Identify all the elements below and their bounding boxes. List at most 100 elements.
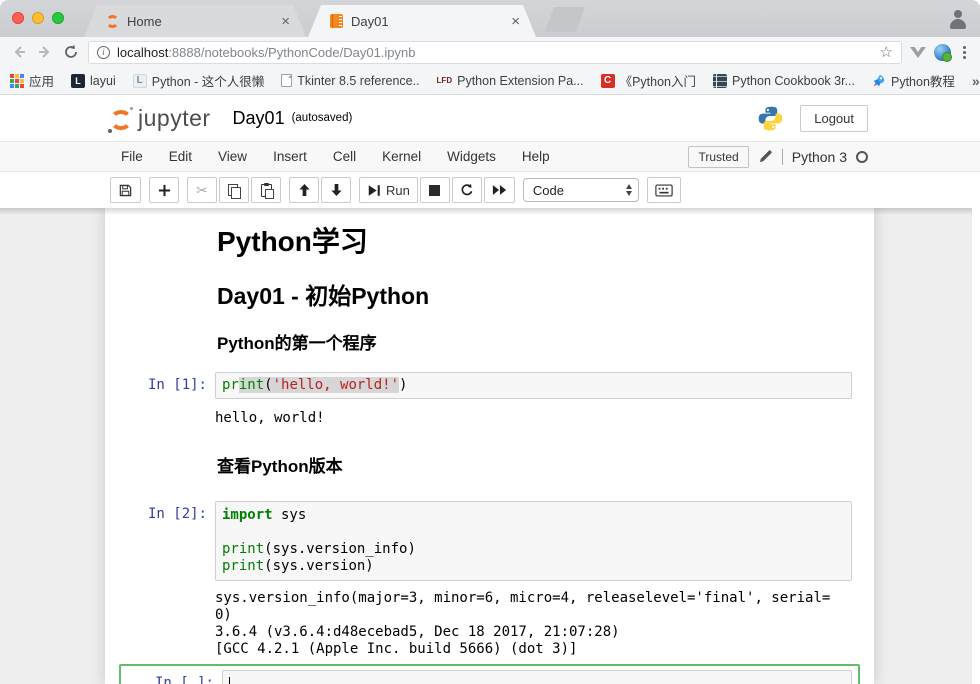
jupyter-logo[interactable]: jupyter — [110, 105, 211, 132]
markdown-h1[interactable]: Python学习 — [217, 226, 852, 258]
copy-icon — [228, 184, 240, 197]
output-line: 3.6.4 (v3.6.4:d48ecebad5, Dec 18 2017, 2… — [215, 624, 830, 641]
divider — [782, 149, 783, 165]
logout-button[interactable]: Logout — [800, 105, 868, 132]
cell-type-select[interactable]: Code — [523, 178, 639, 202]
scrollbar-track[interactable] — [972, 208, 980, 684]
browser-window: Home × Day01 × i localhost:8888/notebook… — [0, 0, 980, 684]
output-line: [GCC 4.2.1 (Apple Inc. build 5666) (dot … — [215, 641, 830, 658]
menu-cell[interactable]: Cell — [320, 149, 369, 164]
bookmark-label: Python Cookbook 3r... — [732, 74, 855, 88]
markdown-h3-version[interactable]: 查看Python版本 — [217, 457, 852, 477]
paste-cell-button[interactable] — [251, 177, 281, 203]
run-icon — [367, 184, 381, 197]
bookmark-label: Python - 这个人很懒 — [152, 71, 265, 90]
code-input-2[interactable]: import sys print(sys.version_info)print(… — [215, 501, 852, 581]
cut-cell-button[interactable]: ✂ — [187, 177, 217, 203]
output-line: sys.version_info(major=3, minor=6, micro… — [215, 590, 830, 607]
new-tab-button[interactable] — [545, 7, 585, 32]
back-icon[interactable] — [10, 43, 28, 61]
tab-home-label: Home — [127, 14, 279, 29]
book-favicon-icon — [713, 74, 727, 88]
menu-kernel[interactable]: Kernel — [369, 149, 434, 164]
bookmark-apps[interactable]: 应用 — [10, 71, 54, 90]
input-prompt: In [ ]: — [125, 670, 214, 684]
paste-icon — [261, 184, 272, 197]
extension-v-icon[interactable] — [910, 47, 926, 58]
code-token: pr — [222, 377, 239, 393]
tab-day01-label: Day01 — [351, 14, 509, 29]
bookmark-python-tutorial[interactable]: Python教程 — [872, 71, 955, 90]
bookmark-layui[interactable]: L layui — [71, 74, 116, 88]
menu-file[interactable]: File — [108, 149, 156, 164]
zoom-window-button[interactable] — [52, 12, 64, 24]
save-button[interactable] — [110, 177, 141, 203]
code-token: (sys.version) — [264, 558, 374, 574]
bookmarks-overflow-icon[interactable]: » — [972, 73, 980, 89]
cell-type-value: Code — [533, 183, 564, 198]
bookmark-python-blog[interactable]: L Python - 这个人很懒 — [133, 71, 265, 90]
profile-avatar-icon[interactable] — [948, 9, 968, 29]
url-path: :8888/notebooks/PythonCode/Day01.ipynb — [168, 45, 415, 60]
tab-home[interactable]: Home × — [84, 5, 306, 37]
restart-run-all-button[interactable] — [484, 177, 515, 203]
bookmark-python-extension[interactable]: LFD Python Extension Pa... — [437, 74, 584, 88]
code-cell-1[interactable]: In [1]: print('hello, world!') — [105, 372, 874, 399]
close-tab-icon[interactable]: × — [279, 13, 292, 30]
move-cell-up-button[interactable] — [289, 177, 319, 203]
minimize-window-button[interactable] — [32, 12, 44, 24]
run-cell-button[interactable]: Run — [359, 177, 418, 203]
bookmark-tkinter[interactable]: Tkinter 8.5 reference.. — [281, 74, 419, 88]
menu-edit[interactable]: Edit — [156, 149, 205, 164]
page-info-icon[interactable]: i — [97, 46, 110, 59]
code-input-1[interactable]: print('hello, world!') — [215, 372, 852, 399]
code-line: print(sys.version_info) — [222, 541, 845, 558]
tab-day01[interactable]: Day01 × — [308, 5, 536, 37]
code-token: (sys.version_info) — [264, 541, 416, 557]
fast-forward-icon — [492, 184, 507, 196]
restart-kernel-button[interactable] — [452, 177, 482, 203]
menu-widgets[interactable]: Widgets — [434, 149, 509, 164]
url-host: localhost — [117, 45, 168, 60]
empty-cell-selected[interactable]: In [ ]: — [119, 664, 860, 684]
notebook-title[interactable]: Day01 — [233, 108, 285, 129]
menu-help[interactable]: Help — [509, 149, 563, 164]
menu-insert[interactable]: Insert — [260, 149, 320, 164]
move-cell-down-button[interactable] — [321, 177, 351, 203]
text-cursor — [229, 677, 230, 684]
bookmark-label: Tkinter 8.5 reference.. — [297, 74, 419, 88]
trusted-badge[interactable]: Trusted — [688, 146, 748, 168]
menu-view[interactable]: View — [205, 149, 260, 164]
markdown-h3-first-program[interactable]: Python的第一个程序 — [217, 334, 852, 354]
interrupt-kernel-button[interactable] — [420, 177, 450, 203]
jupyter-favicon-icon — [106, 15, 119, 28]
reload-icon[interactable] — [62, 43, 80, 61]
jupyter-header: jupyter Day01 (autosaved) Logout — [0, 95, 980, 141]
edit-pencil-icon[interactable] — [758, 149, 773, 164]
bookmark-python-cookbook[interactable]: Python Cookbook 3r... — [713, 74, 855, 88]
bookmark-label: Python教程 — [891, 71, 955, 90]
copy-cell-button[interactable] — [219, 177, 249, 203]
close-tab-icon[interactable]: × — [509, 13, 522, 30]
extension-globe-icon[interactable] — [934, 44, 951, 61]
code-line: import sys — [222, 507, 845, 524]
code-builtin: print — [222, 558, 264, 574]
forward-icon[interactable] — [36, 43, 54, 61]
add-cell-button[interactable] — [149, 177, 179, 203]
apps-grid-icon — [10, 74, 24, 88]
bookmark-star-icon[interactable]: ☆ — [880, 45, 893, 60]
markdown-h2[interactable]: Day01 - 初始Python — [217, 282, 852, 310]
notebook-toolbar: ✂ Run — [0, 172, 980, 208]
scissors-icon: ✂ — [196, 182, 208, 199]
code-cell-2[interactable]: In [2]: import sys print(sys.version_inf… — [105, 501, 874, 581]
address-bar-row: i localhost:8888/notebooks/PythonCode/Da… — [0, 37, 980, 67]
bookmark-python-intro[interactable]: C 《Python入门 — [601, 71, 696, 90]
address-bar[interactable]: i localhost:8888/notebooks/PythonCode/Da… — [88, 41, 902, 64]
browser-menu-icon[interactable] — [959, 46, 970, 59]
command-palette-button[interactable] — [647, 177, 681, 203]
restart-icon — [460, 183, 474, 197]
bookmark-label: layui — [90, 74, 116, 88]
close-window-button[interactable] — [12, 12, 24, 24]
code-string-selected: 'hello, world!' — [273, 377, 399, 393]
code-input-3[interactable] — [222, 670, 852, 684]
